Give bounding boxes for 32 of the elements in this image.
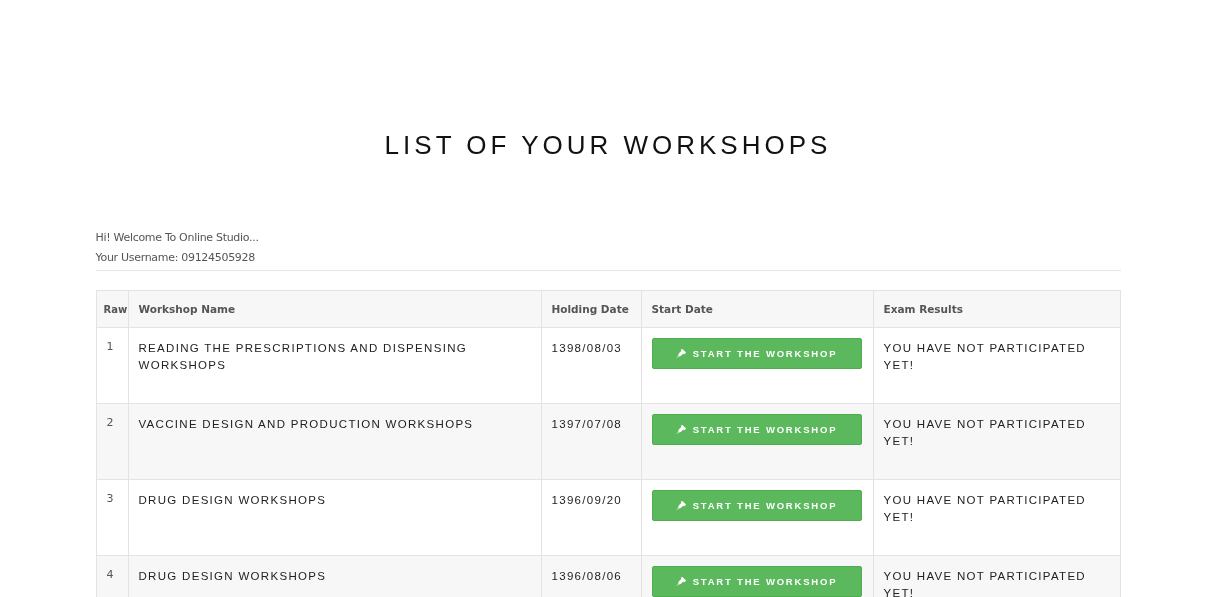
table-cell: 1396/09/20 bbox=[541, 479, 641, 556]
table-cell: 1397/07/08 bbox=[541, 403, 641, 480]
start-workshop-button[interactable]: START THE WORKSHOP bbox=[651, 566, 862, 597]
column-header: Raw bbox=[96, 290, 128, 328]
table-cell: YOU HAVE NOT PARTICIPATED YET! bbox=[873, 479, 1120, 556]
table-cell: VACCINE DESIGN AND PRODUCTION WORKSHOPS bbox=[128, 403, 541, 480]
username-text: Your Username: 09124505928 bbox=[95, 250, 256, 266]
plug-icon bbox=[675, 500, 687, 511]
table-cell: 1 bbox=[96, 327, 128, 404]
plug-icon bbox=[675, 348, 687, 359]
table-cell: DRUG DESIGN WORKSHOPS bbox=[128, 479, 541, 556]
table-cell: DRUG DESIGN WORKSHOPS bbox=[128, 555, 541, 597]
table-cell: 2 bbox=[96, 403, 128, 480]
table-cell: 4 bbox=[96, 555, 128, 597]
table-cell: READING THE PRESCRIPTIONS AND DISPENSING WORKSHOPS bbox=[128, 327, 541, 404]
table-cell: YOU HAVE NOT PARTICIPATED YET! bbox=[873, 403, 1120, 480]
start-workshop-button[interactable]: START THE WORKSHOP bbox=[651, 338, 862, 369]
table-cell: 1398/08/03 bbox=[541, 327, 641, 404]
page-title: LIST OF YOUR WORKSHOPS bbox=[383, 130, 833, 160]
welcome-text: Hi! Welcome To Online Studio... bbox=[95, 230, 260, 246]
column-header: Exam Results bbox=[873, 290, 1120, 328]
start-workshop-button[interactable]: START THE WORKSHOP bbox=[651, 490, 862, 521]
column-header: Workshop Name bbox=[128, 290, 541, 328]
start-workshop-button[interactable]: START THE WORKSHOP bbox=[651, 414, 862, 445]
table-cell: 3 bbox=[96, 479, 128, 556]
column-header: Start Date bbox=[641, 290, 873, 328]
table-cell: YOU HAVE NOT PARTICIPATED YET! bbox=[873, 555, 1120, 597]
plug-icon bbox=[675, 576, 687, 587]
column-header: Holding Date bbox=[541, 290, 641, 328]
table-cell: 1396/08/06 bbox=[541, 555, 641, 597]
table-cell: YOU HAVE NOT PARTICIPATED YET! bbox=[873, 327, 1120, 404]
plug-icon bbox=[675, 424, 687, 435]
